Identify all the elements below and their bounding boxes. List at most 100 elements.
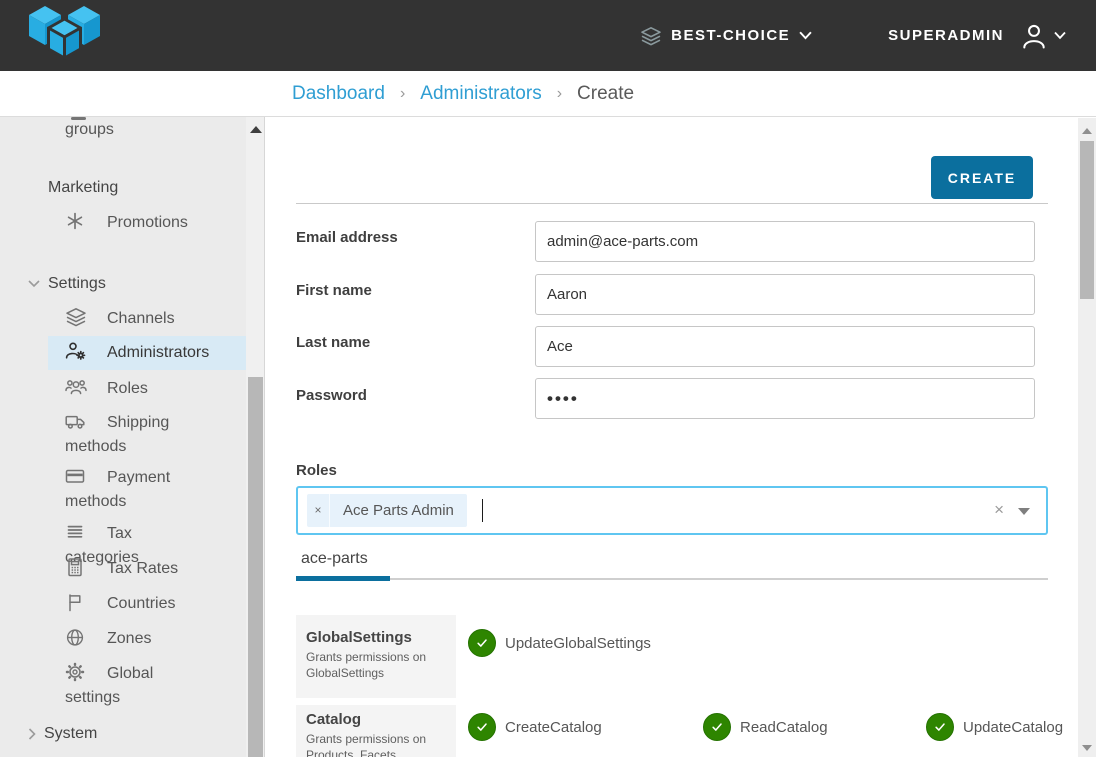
vendure-cubes-icon	[28, 5, 102, 67]
sidebar-item-shipping-methods[interactable]: Shipping methods	[48, 411, 210, 459]
truck-icon	[65, 411, 87, 431]
sidebar-item-tax-rates[interactable]: Tax Rates	[48, 557, 210, 581]
user-label: SUPERADMIN	[888, 27, 1004, 44]
permission-row-header: GlobalSettings Grants permissions on Glo…	[296, 615, 456, 698]
nav-label: Tax Rates	[107, 560, 178, 577]
scroll-up-arrow[interactable]	[1082, 128, 1092, 134]
sidebar-item-countries[interactable]: Countries	[48, 592, 210, 616]
tab-track	[296, 578, 1048, 580]
credit-card-icon	[65, 466, 87, 486]
roles-label: Roles	[296, 462, 337, 479]
permission-name: UpdateCatalog	[963, 719, 1063, 736]
channel-switcher[interactable]: BEST-CHOICE	[640, 26, 812, 46]
sidebar-item-channels[interactable]: Channels	[48, 307, 210, 331]
sidebar-item-roles[interactable]: Roles	[48, 377, 210, 401]
nav-label: Channels	[107, 310, 175, 327]
permission-toggle-checked[interactable]	[703, 713, 731, 741]
scroll-down-arrow[interactable]	[1082, 745, 1092, 751]
check-icon	[473, 634, 491, 652]
topbar-actions: BEST-CHOICE SUPERADMIN	[640, 0, 1066, 71]
sidebar-item-administrators[interactable]: Administrators	[48, 336, 246, 370]
main-content: CREATE Email address First name Last nam…	[265, 117, 1096, 757]
scrollbar-thumb[interactable]	[248, 377, 263, 757]
breadcrumb-administrators[interactable]: Administrators	[420, 83, 541, 105]
user-menu[interactable]	[1020, 21, 1066, 51]
sidebar-section-system[interactable]: System	[28, 725, 97, 743]
permission-item: ReadCatalog	[703, 713, 828, 741]
nav-label: Administrators	[107, 344, 209, 361]
permission-toggle-checked[interactable]	[468, 629, 496, 657]
breadcrumb-separator: ›	[557, 85, 562, 103]
role-chip: × Ace Parts Admin	[307, 494, 467, 527]
sidebar-section-settings[interactable]: Settings	[28, 275, 106, 293]
channel-label: BEST-CHOICE	[671, 27, 790, 44]
main-scrollbar[interactable]	[1078, 118, 1096, 757]
nav-label: Promotions	[107, 214, 188, 231]
first-name-label: First name	[296, 282, 372, 299]
layers-icon	[640, 26, 662, 46]
users-icon	[65, 377, 87, 397]
topbar: BEST-CHOICE SUPERADMIN	[0, 0, 1096, 71]
globe-icon	[65, 627, 87, 647]
permission-name: ReadCatalog	[740, 719, 828, 736]
sidebar-item-customer-groups[interactable]: groups	[65, 121, 114, 139]
first-name-field[interactable]	[535, 274, 1035, 315]
asterisk-icon	[65, 211, 87, 231]
check-icon	[931, 718, 949, 736]
breadcrumb: Dashboard › Administrators › Create	[292, 83, 634, 105]
sidebar-scrollbar[interactable]	[246, 117, 265, 757]
sidebar-section-marketing[interactable]: Marketing	[48, 179, 118, 197]
chip-label: Ace Parts Admin	[330, 502, 467, 519]
breadcrumb-separator: ›	[400, 85, 405, 103]
person-icon	[1020, 21, 1048, 51]
select-caret-icon[interactable]	[1018, 508, 1030, 515]
permission-toggle-checked[interactable]	[468, 713, 496, 741]
email-label: Email address	[296, 229, 398, 246]
sidebar-item-promotions[interactable]: Promotions	[48, 211, 210, 235]
brand-logo[interactable]	[28, 5, 102, 67]
select-clear-icon[interactable]: ×	[994, 500, 1004, 520]
list-icon	[65, 522, 87, 542]
last-name-field[interactable]	[535, 326, 1035, 367]
scroll-up-arrow[interactable]	[250, 126, 262, 133]
sidebar-item-zones[interactable]: Zones	[48, 627, 210, 651]
gear-icon	[65, 662, 87, 682]
permission-row-globalsettings: GlobalSettings Grants permissions on Glo…	[296, 615, 1048, 698]
breadcrumb-bar: Dashboard › Administrators › Create	[0, 71, 1096, 117]
create-button[interactable]: CREATE	[931, 156, 1033, 199]
permission-name: UpdateGlobalSettings	[505, 635, 651, 652]
flag-icon	[65, 592, 87, 612]
permission-group-title: GlobalSettings	[306, 629, 448, 646]
breadcrumb-dashboard[interactable]: Dashboard	[292, 83, 385, 105]
check-icon	[473, 718, 491, 736]
scrollbar-thumb[interactable]	[1080, 141, 1094, 299]
nav-label: Countries	[107, 595, 175, 612]
email-field[interactable]	[535, 221, 1035, 262]
tab-ace-parts[interactable]: ace-parts	[301, 550, 368, 568]
permission-group-description: Grants permissions on GlobalSettings	[306, 649, 448, 681]
permission-group-title: Catalog	[306, 711, 448, 728]
sidebar-item-payment-methods[interactable]: Payment methods	[48, 466, 210, 514]
chevron-down-icon	[799, 31, 812, 40]
chip-remove-icon[interactable]: ×	[307, 494, 330, 527]
header-divider	[296, 203, 1048, 204]
calculator-icon	[65, 557, 87, 577]
chevron-down-icon	[1054, 31, 1066, 40]
permission-toggle-checked[interactable]	[926, 713, 954, 741]
password-field[interactable]	[535, 378, 1035, 419]
breadcrumb-current: Create	[577, 83, 634, 105]
check-icon	[708, 718, 726, 736]
nav-label: Roles	[107, 380, 148, 397]
permission-row-header: Catalog Grants permissions on Products, …	[296, 705, 456, 757]
sidebar-nav: groups Marketing Promotions Settings Cha…	[0, 117, 246, 757]
caret-down-icon	[28, 280, 40, 288]
active-tab-indicator	[296, 576, 390, 581]
permission-row-catalog: Catalog Grants permissions on Products, …	[296, 705, 1048, 757]
roles-multiselect[interactable]: × Ace Parts Admin ×	[296, 486, 1048, 535]
caret-right-icon	[28, 728, 36, 740]
customer-groups-icon-partial	[71, 117, 86, 120]
permission-group-description: Grants permissions on Products, Facets	[306, 731, 448, 757]
sidebar-item-global-settings[interactable]: Global settings	[48, 662, 210, 710]
password-label: Password	[296, 387, 367, 404]
nav-label: Zones	[107, 630, 151, 647]
